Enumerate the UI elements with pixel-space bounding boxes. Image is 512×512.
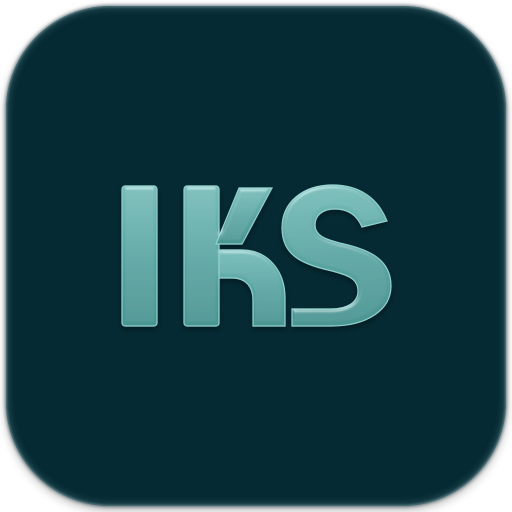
logo-letter-k-accent xyxy=(215,187,274,245)
screen xyxy=(0,0,512,512)
logo-letter-i xyxy=(121,185,158,327)
logo-letter-k-stem xyxy=(183,185,220,327)
app-icon[interactable] xyxy=(6,6,506,506)
logo-letter-s xyxy=(281,184,392,327)
iks-logo-icon xyxy=(121,184,392,327)
logo-letter-k-leg xyxy=(218,249,286,327)
